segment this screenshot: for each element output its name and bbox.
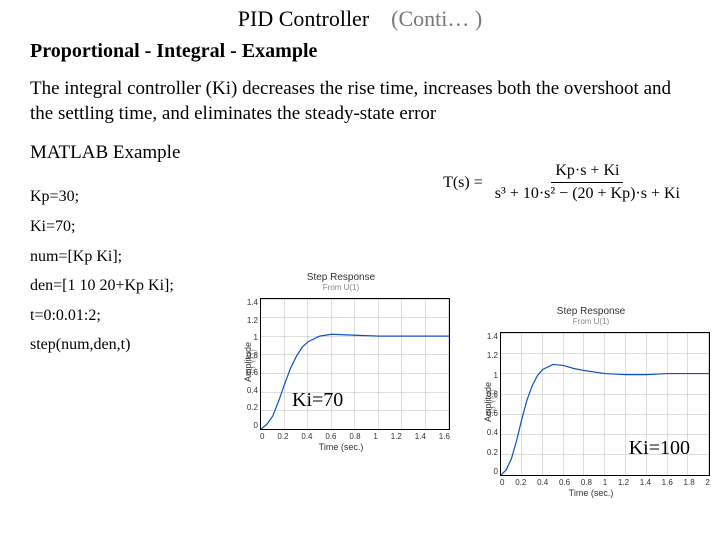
- chart-subtitle: From U(1): [226, 283, 456, 292]
- transfer-function: T(s) = Kp·s + Ki s³ + 10·s² − (20 + Kp)·…: [443, 162, 684, 203]
- description-text: The integral controller (Ki) decreases t…: [30, 77, 690, 126]
- tf-fraction: Kp·s + Ki s³ + 10·s² − (20 + Kp)·s + Ki: [491, 162, 684, 203]
- tf-lhs: T(s) =: [443, 174, 483, 192]
- plot-svg: [261, 299, 449, 429]
- y-ticks: 00.20.40.60.811.21.4: [246, 298, 258, 430]
- chart-subtitle: From U(1): [466, 317, 716, 326]
- x-ticks: 00.20.40.60.811.21.41.61.82: [500, 478, 710, 487]
- chart-annotation: Ki=70: [292, 389, 343, 412]
- section-subtitle: Proportional - Integral - Example: [30, 40, 690, 63]
- tf-numerator: Kp·s + Ki: [551, 162, 623, 183]
- chart-title: Step Response: [226, 272, 456, 283]
- code-line: Ki=70;: [30, 212, 690, 242]
- xlabel: Time (sec.): [226, 442, 456, 452]
- chart-title: Step Response: [466, 306, 716, 317]
- chart-area: Step Response From U(1) Amplitude To Y(1…: [226, 270, 710, 536]
- slide: PID Controller (Conti… ) Proportional - …: [0, 0, 720, 546]
- chart-annotation: Ki=100: [629, 437, 690, 460]
- code-line: num=[Kp Ki];: [30, 242, 690, 272]
- plot-frame: [260, 298, 450, 430]
- chart-ki100: Step Response From U(1) Amplitude To Y(1…: [466, 304, 716, 500]
- xlabel: Time (sec.): [466, 488, 716, 498]
- slide-title: PID Controller (Conti… ): [30, 6, 690, 32]
- y-ticks: 00.20.40.60.811.21.4: [486, 332, 498, 476]
- chart-ki70: Step Response From U(1) Amplitude To Y(1…: [226, 270, 456, 454]
- title-main: PID Controller: [238, 6, 369, 31]
- tf-denominator: s³ + 10·s² − (20 + Kp)·s + Ki: [491, 183, 684, 203]
- title-continued: (Conti… ): [391, 6, 482, 31]
- x-ticks: 00.20.40.60.811.21.41.6: [260, 432, 450, 441]
